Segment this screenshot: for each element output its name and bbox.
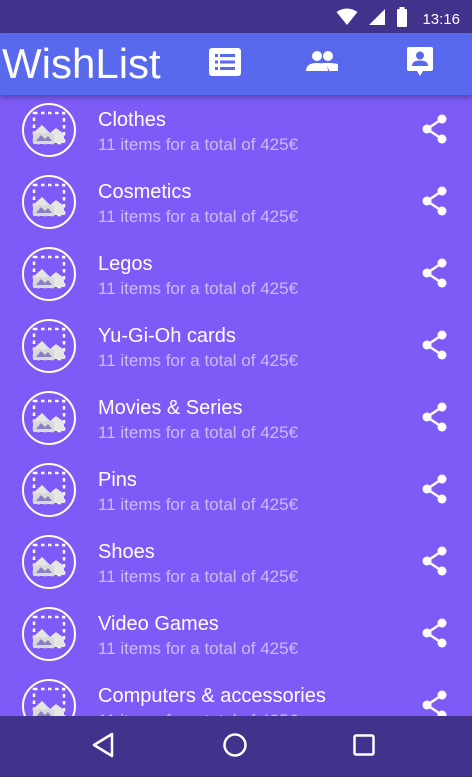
list-thumbnail xyxy=(22,175,76,229)
share-button[interactable] xyxy=(420,258,450,293)
share-button[interactable] xyxy=(420,402,450,437)
image-placeholder-icon xyxy=(29,396,69,441)
wifi-icon xyxy=(336,8,358,31)
list-thumbnail xyxy=(22,247,76,301)
share-icon xyxy=(421,186,449,221)
list-subtitle: 11 items for a total of 425€ xyxy=(98,351,299,370)
list-title: Pins xyxy=(98,469,137,491)
lists-button[interactable] xyxy=(208,47,242,81)
navigation-bar xyxy=(0,716,472,777)
friends-button[interactable] xyxy=(305,47,339,81)
list-item[interactable]: Yu-Gi-Oh cards 11 items for a total of 42… xyxy=(0,311,472,383)
list-item[interactable]: Pins 11 items for a total of 425€ xyxy=(0,455,472,527)
list-subtitle: 11 items for a total of 425€ xyxy=(98,207,299,226)
list-subtitle: 11 items for a total of 425€ xyxy=(98,423,299,442)
share-button[interactable] xyxy=(420,474,450,509)
list-icon xyxy=(209,47,241,81)
list-title: Clothes xyxy=(98,109,166,131)
profile-button[interactable] xyxy=(403,46,437,82)
image-placeholder-icon xyxy=(29,540,69,585)
share-button[interactable] xyxy=(420,186,450,221)
list-thumbnail xyxy=(22,103,76,157)
share-icon xyxy=(421,546,449,581)
list-item[interactable]: Clothes 11 items for a total of 425€ xyxy=(0,95,472,167)
list-thumbnail xyxy=(22,391,76,445)
app-bar: WishList xyxy=(0,33,472,95)
home-icon xyxy=(222,732,248,763)
signal-icon xyxy=(368,8,386,31)
list-subtitle: 11 items for a total of 425€ xyxy=(98,639,299,658)
list-title: Movies & Series xyxy=(98,397,243,419)
list-item[interactable]: Shoes 11 items for a total of 425€ xyxy=(0,527,472,599)
share-button[interactable] xyxy=(420,618,450,653)
app-title: WishList xyxy=(2,40,161,87)
list-title: Legos xyxy=(98,253,153,275)
status-time: 13:16 xyxy=(422,11,460,28)
image-placeholder-icon xyxy=(29,684,69,716)
recents-icon xyxy=(352,733,376,762)
list-subtitle: 11 items for a total of 425€ xyxy=(98,495,299,514)
list-subtitle: 11 items for a total of 425€ xyxy=(98,135,299,154)
list-item[interactable]: Movies & Series 11 items for a total of 4… xyxy=(0,383,472,455)
image-placeholder-icon xyxy=(29,252,69,297)
share-icon xyxy=(421,258,449,293)
list-thumbnail xyxy=(22,607,76,661)
list-subtitle: 11 items for a total of 425€ xyxy=(98,567,299,586)
battery-icon xyxy=(396,7,408,32)
share-icon xyxy=(421,402,449,437)
list-item[interactable]: Cosmetics 11 items for a total of 425€ xyxy=(0,167,472,239)
list-thumbnail xyxy=(22,535,76,589)
share-icon xyxy=(421,114,449,149)
share-icon xyxy=(421,330,449,365)
share-button[interactable] xyxy=(420,330,450,365)
list-thumbnail xyxy=(22,463,76,517)
list-thumbnail xyxy=(22,679,76,716)
image-placeholder-icon xyxy=(29,324,69,369)
status-icons: 13:16 xyxy=(336,7,460,32)
list-title: Computers & accessories xyxy=(98,685,326,707)
list-item[interactable]: Computers & accessories11 items for a to… xyxy=(0,671,472,716)
list-title: Video Games xyxy=(98,613,219,635)
contact-card-icon xyxy=(407,46,433,82)
back-icon xyxy=(91,732,115,763)
image-placeholder-icon xyxy=(29,468,69,513)
share-button[interactable] xyxy=(420,114,450,149)
back-button[interactable] xyxy=(88,732,118,762)
share-button[interactable] xyxy=(420,546,450,581)
list-title: Yu-Gi-Oh cards xyxy=(98,325,236,347)
share-icon xyxy=(421,690,449,716)
share-icon xyxy=(421,474,449,509)
image-placeholder-icon xyxy=(29,180,69,225)
image-placeholder-icon xyxy=(29,612,69,657)
home-button[interactable] xyxy=(220,732,250,762)
people-icon xyxy=(306,50,338,78)
share-button[interactable] xyxy=(420,690,450,716)
status-bar: 13:16 xyxy=(0,0,472,33)
image-placeholder-icon xyxy=(29,108,69,153)
share-icon xyxy=(421,618,449,653)
list-title: Cosmetics xyxy=(98,181,192,203)
list-thumbnail xyxy=(22,319,76,373)
wishlist-list: Clothes 11 items for a total of 425€ Cosme… xyxy=(0,95,472,716)
list-title: Shoes xyxy=(98,541,155,563)
list-item[interactable]: Legos 11 items for a total of 425€ xyxy=(0,239,472,311)
list-subtitle: 11 items for a total of 425€ xyxy=(98,279,299,298)
list-item[interactable]: Video Games 11 items for a total of 425€ xyxy=(0,599,472,671)
recents-button[interactable] xyxy=(349,732,379,762)
